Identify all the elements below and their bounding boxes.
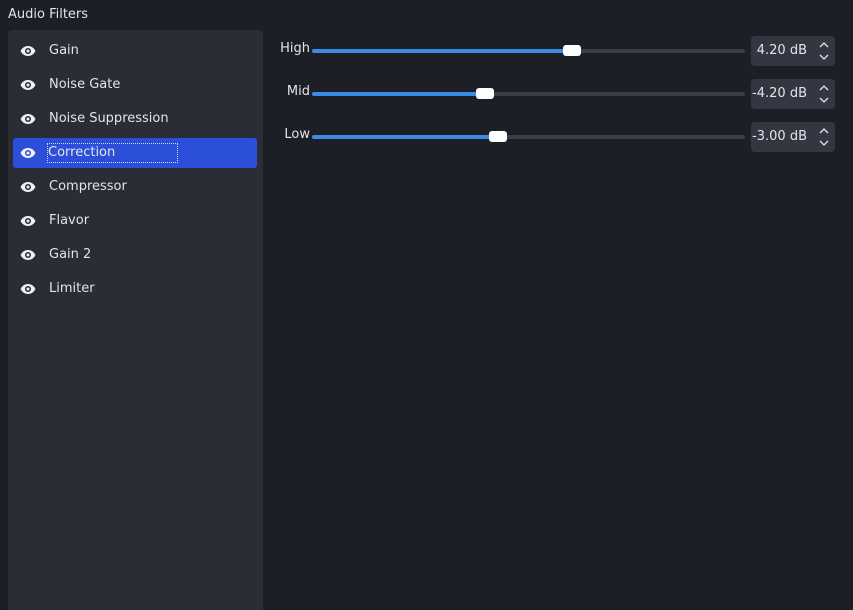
eye-icon[interactable] xyxy=(20,145,36,161)
panel-title: Audio Filters xyxy=(8,7,89,22)
eye-icon[interactable] xyxy=(20,43,36,59)
filter-item-gain-2[interactable]: Gain 2 xyxy=(13,240,257,270)
slider-handle[interactable] xyxy=(476,88,495,99)
slider-fill xyxy=(312,135,499,139)
mid-spinbox[interactable]: -4.20 dB xyxy=(751,79,835,109)
high-slider[interactable] xyxy=(312,45,745,56)
mid-slider[interactable] xyxy=(312,88,745,99)
filter-item-label: Compressor xyxy=(49,179,127,194)
property-label: Low xyxy=(284,127,310,142)
filter-item-label: Noise Suppression xyxy=(49,111,169,126)
high-spinbox[interactable]: 4.20 dB xyxy=(751,36,835,66)
filter-list[interactable]: Gain Noise Gate Noise Suppression Correc… xyxy=(8,30,263,610)
chevron-up-icon[interactable] xyxy=(817,82,831,94)
slider-handle[interactable] xyxy=(562,45,581,56)
slider-fill xyxy=(312,49,572,53)
spinbox-value[interactable]: 4.20 dB xyxy=(751,36,807,66)
eye-icon[interactable] xyxy=(20,111,36,127)
filter-item-noise-suppression[interactable]: Noise Suppression xyxy=(13,104,257,134)
eye-icon[interactable] xyxy=(20,77,36,93)
chevron-down-icon[interactable] xyxy=(817,94,831,106)
spinbox-value[interactable]: -3.00 dB xyxy=(751,122,807,152)
chevron-up-icon[interactable] xyxy=(817,39,831,51)
filter-item-label: Correction xyxy=(47,143,179,163)
chevron-up-icon[interactable] xyxy=(817,125,831,137)
spinbox-value[interactable]: -4.20 dB xyxy=(751,79,807,109)
chevron-down-icon[interactable] xyxy=(817,51,831,63)
chevron-down-icon[interactable] xyxy=(817,137,831,149)
slider-handle[interactable] xyxy=(489,131,508,142)
filter-item-label: Noise Gate xyxy=(49,77,121,92)
filter-item-label: Limiter xyxy=(49,281,95,296)
filter-item-compressor[interactable]: Compressor xyxy=(13,172,257,202)
filter-item-noise-gate[interactable]: Noise Gate xyxy=(13,70,257,100)
filter-item-limiter[interactable]: Limiter xyxy=(13,274,257,304)
eye-icon[interactable] xyxy=(20,281,36,297)
low-slider[interactable] xyxy=(312,131,745,142)
low-spinbox[interactable]: -3.00 dB xyxy=(751,122,835,152)
eye-icon[interactable] xyxy=(20,247,36,263)
eye-icon[interactable] xyxy=(20,179,36,195)
filter-item-correction[interactable]: Correction xyxy=(13,138,257,168)
filter-item-flavor[interactable]: Flavor xyxy=(13,206,257,236)
filter-item-label: Gain 2 xyxy=(49,247,92,262)
filter-item-label: Flavor xyxy=(49,213,90,228)
filter-item-label: Gain xyxy=(49,43,79,58)
property-label: Mid xyxy=(286,84,310,99)
property-label: High xyxy=(280,41,310,56)
slider-fill xyxy=(312,92,486,96)
eye-icon[interactable] xyxy=(20,213,36,229)
filter-item-gain[interactable]: Gain xyxy=(13,36,257,66)
